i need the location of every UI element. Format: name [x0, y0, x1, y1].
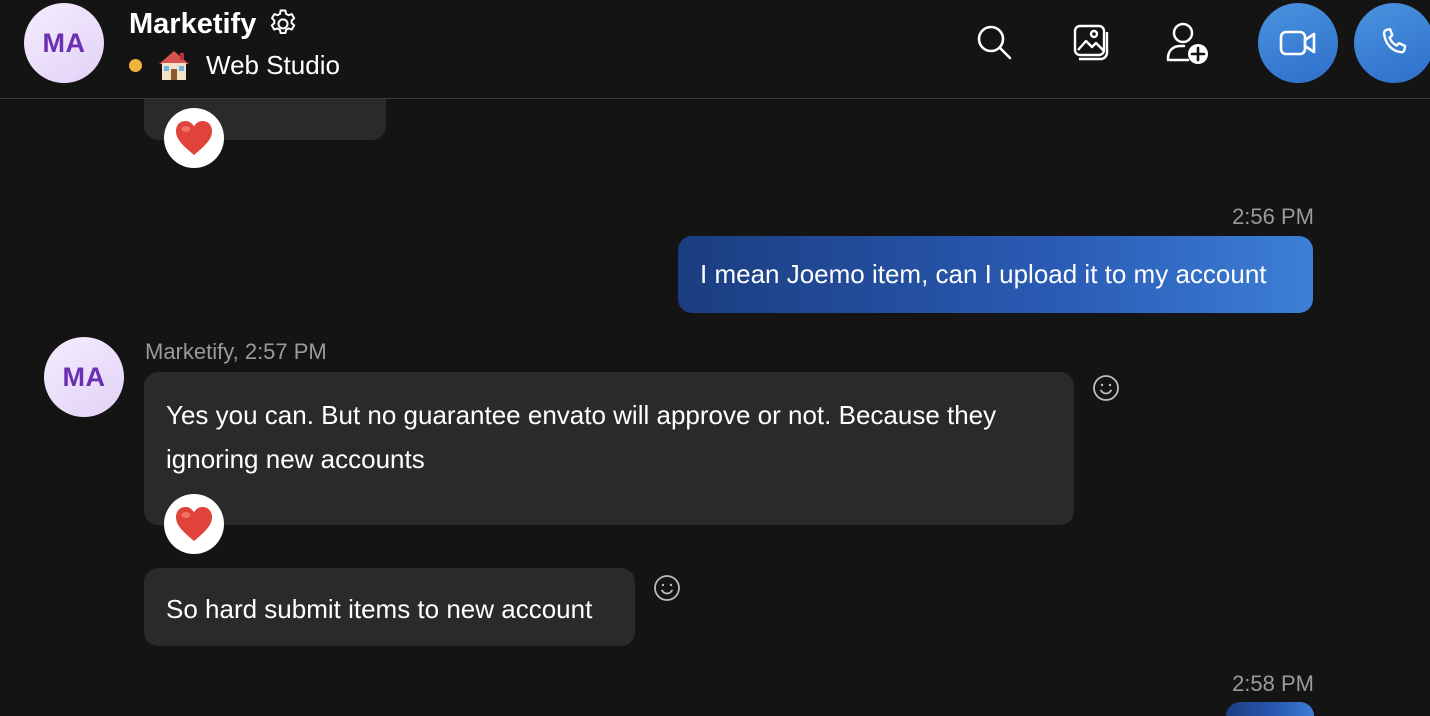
add-person-icon — [1166, 22, 1208, 64]
subtitle-row: Web Studio — [129, 46, 340, 84]
video-call-button[interactable] — [1258, 3, 1338, 83]
chat-header: MA Marketify Web Studio — [0, 0, 1430, 99]
house-icon — [156, 48, 192, 82]
chat-title[interactable]: Marketify — [129, 8, 256, 41]
status-dot — [129, 58, 142, 72]
message-text: So hard submit items to new account — [166, 594, 593, 624]
search-button[interactable] — [970, 18, 1018, 66]
gear-icon[interactable] — [266, 7, 300, 41]
add-reaction-button[interactable] — [1091, 373, 1121, 403]
message-timestamp: 2:56 PM — [1232, 204, 1314, 229]
video-camera-icon — [1279, 30, 1316, 56]
message-text-line: Yes you can. But no guarantee envato wil… — [166, 400, 997, 430]
image-gallery-icon — [1073, 24, 1109, 61]
message-bubble-outgoing[interactable]: I mean Joemo item, can I upload it to my… — [678, 236, 1313, 313]
message-timestamp: 2:58 PM — [1232, 671, 1314, 696]
audio-call-button[interactable] — [1354, 3, 1430, 83]
heart-reaction[interactable] — [164, 494, 224, 554]
phone-icon — [1382, 27, 1407, 54]
avatar[interactable]: MA — [24, 3, 104, 83]
chat-window: MA Marketify Web Studio 2:56 PM I mean J… — [0, 0, 1430, 716]
smiley-icon — [654, 575, 680, 601]
chat-subtitle: Web Studio — [206, 49, 340, 80]
search-icon — [977, 25, 1012, 60]
message-bubble-incoming[interactable]: Yes you can. But no guarantee envato wil… — [144, 372, 1074, 525]
message-text-line: ignoring new accounts — [166, 444, 425, 474]
add-participant-button[interactable] — [1162, 18, 1212, 68]
title-row: Marketify — [129, 5, 300, 43]
heart-icon — [176, 121, 212, 155]
gallery-button[interactable] — [1066, 18, 1114, 66]
message-text: I mean Joemo item, can I upload it to my… — [700, 259, 1267, 289]
message-list: 2:56 PM I mean Joemo item, can I upload … — [0, 99, 1430, 716]
heart-icon — [176, 507, 212, 541]
sender-and-time: Marketify, 2:57 PM — [145, 339, 327, 364]
heart-reaction[interactable] — [164, 108, 224, 168]
smiley-icon — [1093, 375, 1119, 401]
message-bubble-outgoing[interactable] — [1226, 702, 1314, 716]
message-bubble-incoming[interactable]: So hard submit items to new account — [144, 568, 635, 646]
add-reaction-button[interactable] — [652, 573, 682, 603]
avatar[interactable]: MA — [44, 337, 124, 417]
